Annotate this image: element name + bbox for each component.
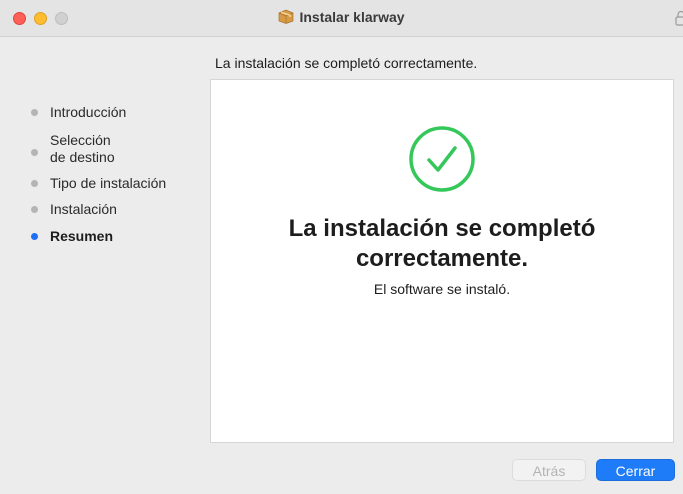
title-bar: Instalar klarway <box>0 0 683 37</box>
step-dot <box>31 180 38 187</box>
page-heading: La instalación se completó correctamente… <box>215 55 478 71</box>
installer-window: Instalar klarway La instalación se compl… <box>0 0 683 494</box>
sidebar-item-tipo-instalacion: Tipo de instalación <box>28 175 166 192</box>
checkmark-circle-icon <box>407 124 477 199</box>
package-icon <box>278 9 294 27</box>
sidebar-item-label: Tipo de instalación <box>50 175 167 191</box>
success-title: La instalación se completó correctamente… <box>231 214 653 274</box>
active-step-dot <box>31 233 38 240</box>
step-dot <box>31 109 38 116</box>
sidebar-item-seleccion-destino: Selección de destino <box>28 132 190 166</box>
success-subtitle: El software se instaló. <box>373 281 511 297</box>
sidebar-item-introduccion: Introducción <box>28 104 126 121</box>
success-title-line1: La instalación se completó <box>288 215 596 242</box>
success-title-line2: correctamente. <box>355 245 529 272</box>
sidebar-item-label: Selección de destino <box>50 132 115 165</box>
content-panel: La instalación se completó correctamente… <box>210 79 674 443</box>
sidebar-item-label: Resumen <box>50 228 114 244</box>
step-dot <box>31 149 38 156</box>
window-title: Instalar klarway <box>299 9 405 25</box>
step-dot <box>31 206 38 213</box>
sidebar-item-instalacion: Instalación <box>28 201 117 218</box>
back-button[interactable]: Atrás <box>512 459 586 481</box>
window-title-group: Instalar klarway <box>0 9 683 27</box>
sidebar-item-label: Introducción <box>50 104 127 120</box>
sidebar-item-label: Instalación <box>50 201 117 217</box>
sidebar-item-resumen: Resumen <box>28 228 113 245</box>
close-button[interactable]: Cerrar <box>596 459 675 481</box>
lock-icon <box>675 10 683 31</box>
